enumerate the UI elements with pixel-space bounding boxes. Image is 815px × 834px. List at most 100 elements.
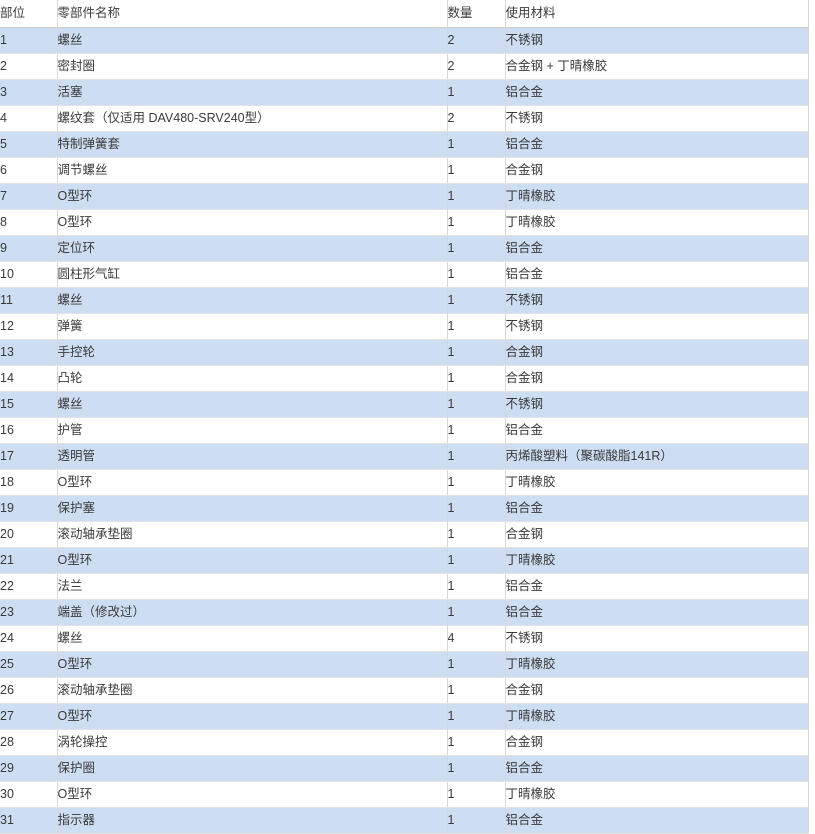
cell-quantity: 1 [447,781,506,808]
table-row: 31 指示器 1 铝合金 [0,807,809,834]
column-header-name: 零部件名称 [57,0,448,28]
table-row: 4 螺纹套（仅适用 DAV480-SRV240型） 2 不锈钢 [0,105,809,132]
cell-material: 丁晴橡胶 [505,703,809,730]
table-row: 13 手控轮 1 合金钢 [0,339,809,366]
table-row: 9 定位环 1 铝合金 [0,235,809,262]
cell-name: 圆柱形气缸 [57,261,448,288]
cell-name: 螺丝 [57,391,448,418]
cell-position: 10 [0,261,58,288]
cell-quantity: 1 [447,287,506,314]
cell-material: 铝合金 [505,599,809,626]
cell-quantity: 1 [447,131,506,158]
cell-material: 铝合金 [505,573,809,600]
cell-material: 铝合金 [505,131,809,158]
cell-name: O型环 [57,651,448,678]
cell-quantity: 1 [447,417,506,444]
cell-name: O型环 [57,781,448,808]
cell-name: 保护塞 [57,495,448,522]
cell-material: 不锈钢 [505,313,809,340]
cell-material: 不锈钢 [505,391,809,418]
cell-name: 螺丝 [57,27,448,54]
table-row: 6 调节螺丝 1 合金钢 [0,157,809,184]
cell-quantity: 1 [447,651,506,678]
cell-material: 不锈钢 [505,287,809,314]
cell-position: 19 [0,495,58,522]
cell-position: 18 [0,469,58,496]
cell-material: 铝合金 [505,235,809,262]
cell-name: 螺丝 [57,625,448,652]
cell-name: 护管 [57,417,448,444]
cell-position: 15 [0,391,58,418]
cell-position: 2 [0,53,58,80]
table-row: 3 活塞 1 铝合金 [0,79,809,106]
cell-position: 20 [0,521,58,548]
table-row: 21 O型环 1 丁晴橡胶 [0,547,809,574]
cell-quantity: 1 [447,521,506,548]
cell-material: 丁晴橡胶 [505,547,809,574]
cell-quantity: 1 [447,209,506,236]
table-header: 部位 零部件名称 数量 使用材料 [0,0,809,28]
table-row: 1 螺丝 2 不锈钢 [0,27,809,54]
cell-name: O型环 [57,469,448,496]
cell-quantity: 1 [447,157,506,184]
cell-material: 合金钢 [505,157,809,184]
table-row: 20 滚动轴承垫圈 1 合金钢 [0,521,809,548]
cell-name: 法兰 [57,573,448,600]
cell-material: 铝合金 [505,495,809,522]
cell-name: 螺丝 [57,287,448,314]
cell-position: 14 [0,365,58,392]
table-row: 30 O型环 1 丁晴橡胶 [0,781,809,808]
cell-material: 合金钢 [505,677,809,704]
cell-position: 11 [0,287,58,314]
cell-name: 密封圈 [57,53,448,80]
cell-material: 铝合金 [505,79,809,106]
cell-quantity: 1 [447,235,506,262]
cell-position: 16 [0,417,58,444]
cell-position: 31 [0,807,58,834]
cell-position: 5 [0,131,58,158]
table-row: 5 特制弹簧套 1 铝合金 [0,131,809,158]
cell-position: 28 [0,729,58,756]
cell-quantity: 1 [447,261,506,288]
cell-position: 30 [0,781,58,808]
cell-name: 滚动轴承垫圈 [57,521,448,548]
cell-material: 合金钢 [505,365,809,392]
table-row: 19 保护塞 1 铝合金 [0,495,809,522]
parts-list-table: 部位 零部件名称 数量 使用材料 1 螺丝 2 不锈钢 2 密封圈 2 合金钢 + 丁晴橡胶 3… [0,0,809,834]
table-header-row: 部位 零部件名称 数量 使用材料 [0,0,809,28]
cell-material: 铝合金 [505,261,809,288]
column-header-quantity: 数量 [447,0,506,28]
cell-quantity: 1 [447,183,506,210]
cell-position: 6 [0,157,58,184]
cell-quantity: 1 [447,677,506,704]
cell-name: 涡轮操控 [57,729,448,756]
table-row: 17 透明管 1 丙烯酸塑料（聚碳酸脂141R） [0,443,809,470]
cell-material: 不锈钢 [505,27,809,54]
cell-material: 铝合金 [505,417,809,444]
cell-quantity: 2 [447,53,506,80]
cell-name: 滚动轴承垫圈 [57,677,448,704]
column-header-material: 使用材料 [505,0,809,28]
cell-position: 25 [0,651,58,678]
cell-quantity: 2 [447,27,506,54]
cell-material: 丁晴橡胶 [505,209,809,236]
cell-material: 合金钢 [505,339,809,366]
cell-quantity: 2 [447,105,506,132]
cell-material: 丁晴橡胶 [505,469,809,496]
cell-position: 26 [0,677,58,704]
cell-quantity: 4 [447,625,506,652]
cell-name: 端盖（修改过） [57,599,448,626]
cell-position: 12 [0,313,58,340]
cell-position: 29 [0,755,58,782]
cell-quantity: 1 [447,469,506,496]
table-row: 28 涡轮操控 1 合金钢 [0,729,809,756]
cell-position: 3 [0,79,58,106]
cell-quantity: 1 [447,599,506,626]
cell-position: 21 [0,547,58,574]
table-body: 1 螺丝 2 不锈钢 2 密封圈 2 合金钢 + 丁晴橡胶 3 活塞 1 铝合金 4 螺纹套（仅适用 DA… [0,27,809,834]
column-header-position: 部位 [0,0,58,28]
table-row: 23 端盖（修改过） 1 铝合金 [0,599,809,626]
cell-name: 定位环 [57,235,448,262]
cell-quantity: 1 [447,495,506,522]
cell-quantity: 1 [447,443,506,470]
